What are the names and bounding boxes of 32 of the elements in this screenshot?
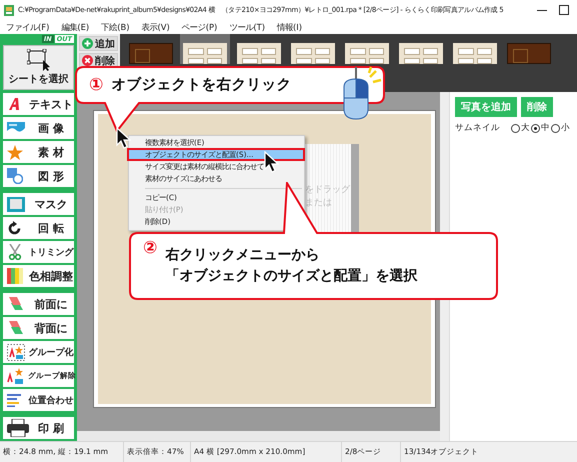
tool-button[interactable]: 色相調整 (3, 265, 74, 287)
tool-button[interactable]: 回 転 (3, 217, 74, 239)
callout-text: オブジェクトを右クリック (111, 76, 292, 94)
menu-item[interactable]: 下絵(B) (101, 22, 130, 32)
menu-item[interactable]: 編集(E) (61, 22, 90, 32)
size-option[interactable]: 小 (550, 122, 570, 134)
menu-item[interactable]: 情報(I) (276, 22, 302, 32)
tool-button[interactable]: テキスト (3, 93, 74, 115)
tool-button[interactable]: 印 刷 (3, 417, 74, 439)
tool-button[interactable]: 画 像 (3, 117, 74, 139)
menu-item[interactable]: ページ(P) (182, 22, 218, 32)
placeholder-text: をドラッグ (305, 184, 351, 197)
tool-button[interactable]: マスク (3, 193, 74, 215)
tool-button[interactable]: 前面に (3, 293, 74, 315)
step-number: ② (143, 238, 158, 258)
tool-button[interactable]: 図 形 (3, 165, 74, 187)
tool-button[interactable]: グループ化 (3, 341, 74, 363)
menu-item[interactable]: ツール(T) (229, 22, 265, 32)
thumbnail-label: サムネイル (455, 122, 500, 134)
size-option[interactable]: 中 (530, 122, 550, 134)
step-number: ① (89, 75, 104, 95)
menu-item[interactable]: ファイル(F) (6, 22, 50, 32)
callout-text: 右クリックメニューから 「オブジェクトのサイズと配置」を選択 (165, 246, 418, 286)
tool-button[interactable]: 素 材 (3, 141, 74, 163)
tool-button[interactable]: 背面に (3, 317, 74, 339)
size-option[interactable]: 大 (510, 122, 530, 134)
add-page-button[interactable]: 追加 (79, 36, 118, 51)
tool-button[interactable]: 位置合わせ (3, 389, 74, 411)
select-sheet-button[interactable]: シートを選択 (3, 45, 74, 90)
placeholder-text: または (305, 197, 333, 210)
menu-item[interactable]: 表示(V) (141, 22, 170, 32)
tool-button[interactable]: トリミング (3, 241, 74, 263)
